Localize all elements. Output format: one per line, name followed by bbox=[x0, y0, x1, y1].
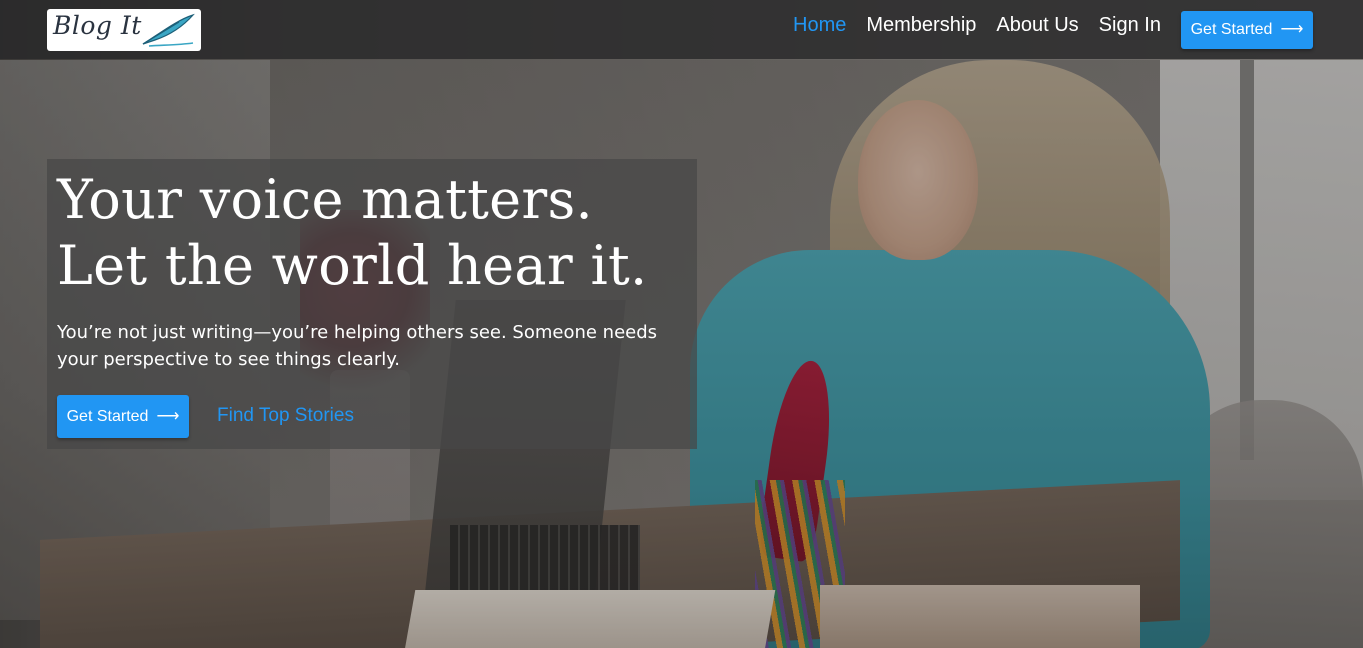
hero-card: Your voice matters. Let the world hear i… bbox=[47, 159, 697, 449]
nav-link-home[interactable]: Home bbox=[793, 13, 846, 37]
nav-link-sign-in[interactable]: Sign In bbox=[1099, 13, 1161, 37]
arrow-right-icon: ⟶ bbox=[156, 407, 180, 425]
hero-title-line-1: Your voice matters. bbox=[57, 168, 594, 231]
nav-link-about-us[interactable]: About Us bbox=[996, 13, 1078, 37]
top-navbar: Blog It Home Membership About Us Sign In… bbox=[0, 0, 1363, 59]
arrow-right-icon: ⟶ bbox=[1280, 21, 1304, 38]
nav-get-started-label: Get Started bbox=[1190, 21, 1273, 38]
find-top-stories-link[interactable]: Find Top Stories bbox=[217, 405, 354, 427]
hero-get-started-button[interactable]: Get Started ⟶ bbox=[57, 395, 189, 438]
nav-get-started-button[interactable]: Get Started ⟶ bbox=[1181, 11, 1313, 49]
logo-text: Blog It bbox=[53, 11, 142, 40]
feather-icon bbox=[142, 13, 195, 47]
hero-get-started-label: Get Started bbox=[66, 407, 149, 425]
nav-link-membership[interactable]: Membership bbox=[866, 13, 976, 37]
hero-title-line-2: Let the world hear it. bbox=[57, 234, 648, 297]
hero-subtitle: You’re not just writing—you’re helping o… bbox=[57, 322, 658, 370]
site-logo[interactable]: Blog It bbox=[47, 9, 201, 51]
main-nav: Home Membership About Us Sign In bbox=[793, 13, 1161, 37]
hero-title: Your voice matters. Let the world hear i… bbox=[57, 167, 647, 299]
